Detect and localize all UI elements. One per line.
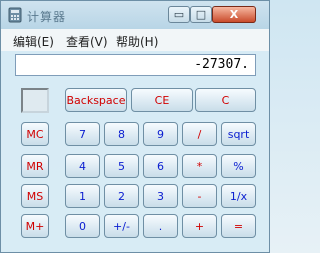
minimize-icon: ▭ (173, 8, 185, 21)
window-title: 计算器 (27, 10, 67, 24)
divide-button[interactable]: / (182, 122, 217, 146)
minimize-button[interactable]: ▭ (168, 6, 190, 23)
memory-recall-button[interactable]: MR (21, 154, 49, 178)
memory-store-button[interactable]: MS (21, 184, 49, 208)
digit-9-button[interactable]: 9 (143, 122, 178, 146)
digit-1-button[interactable]: 1 (65, 184, 100, 208)
decimal-button[interactable]: . (143, 214, 178, 238)
menu-edit[interactable]: 编辑(E) (13, 33, 54, 50)
digit-6-button[interactable]: 6 (143, 154, 178, 178)
clear-entry-button[interactable]: CE (131, 88, 193, 112)
minus-button[interactable]: - (182, 184, 217, 208)
multiply-button[interactable]: * (182, 154, 217, 178)
plus-button[interactable]: + (182, 214, 217, 238)
display-field: -27307. (15, 54, 256, 76)
digit-0-button[interactable]: 0 (65, 214, 100, 238)
reciprocal-button[interactable]: 1/x (221, 184, 256, 208)
maximize-icon: □ (195, 8, 207, 21)
calculator-app-icon (8, 7, 22, 23)
memory-indicator (21, 88, 49, 113)
digit-7-button[interactable]: 7 (65, 122, 100, 146)
memory-clear-button[interactable]: MC (21, 122, 49, 146)
digit-3-button[interactable]: 3 (143, 184, 178, 208)
digit-5-button[interactable]: 5 (104, 154, 139, 178)
equals-button[interactable]: = (221, 214, 256, 238)
memory-add-button[interactable]: M+ (21, 214, 49, 238)
menu-bar: 编辑(E) 查看(V) 帮助(H) (1, 29, 269, 51)
digit-8-button[interactable]: 8 (104, 122, 139, 146)
digit-2-button[interactable]: 2 (104, 184, 139, 208)
maximize-button[interactable]: □ (190, 6, 212, 23)
percent-button[interactable]: % (221, 154, 256, 178)
menu-view[interactable]: 查看(V) (66, 33, 108, 50)
menu-help[interactable]: 帮助(H) (116, 33, 158, 50)
clear-button[interactable]: C (195, 88, 256, 112)
backspace-button[interactable]: Backspace (65, 88, 127, 112)
plus-minus-button[interactable]: +/- (104, 214, 139, 238)
close-icon: X (229, 8, 239, 21)
calculator-window: 计算器 ▭ □ X 编辑(E) 查看(V) 帮助(H) -27307. Back… (0, 0, 270, 253)
close-button[interactable]: X (212, 6, 256, 23)
sqrt-button[interactable]: sqrt (221, 122, 256, 146)
title-bar[interactable]: 计算器 ▭ □ X (1, 1, 269, 29)
digit-4-button[interactable]: 4 (65, 154, 100, 178)
